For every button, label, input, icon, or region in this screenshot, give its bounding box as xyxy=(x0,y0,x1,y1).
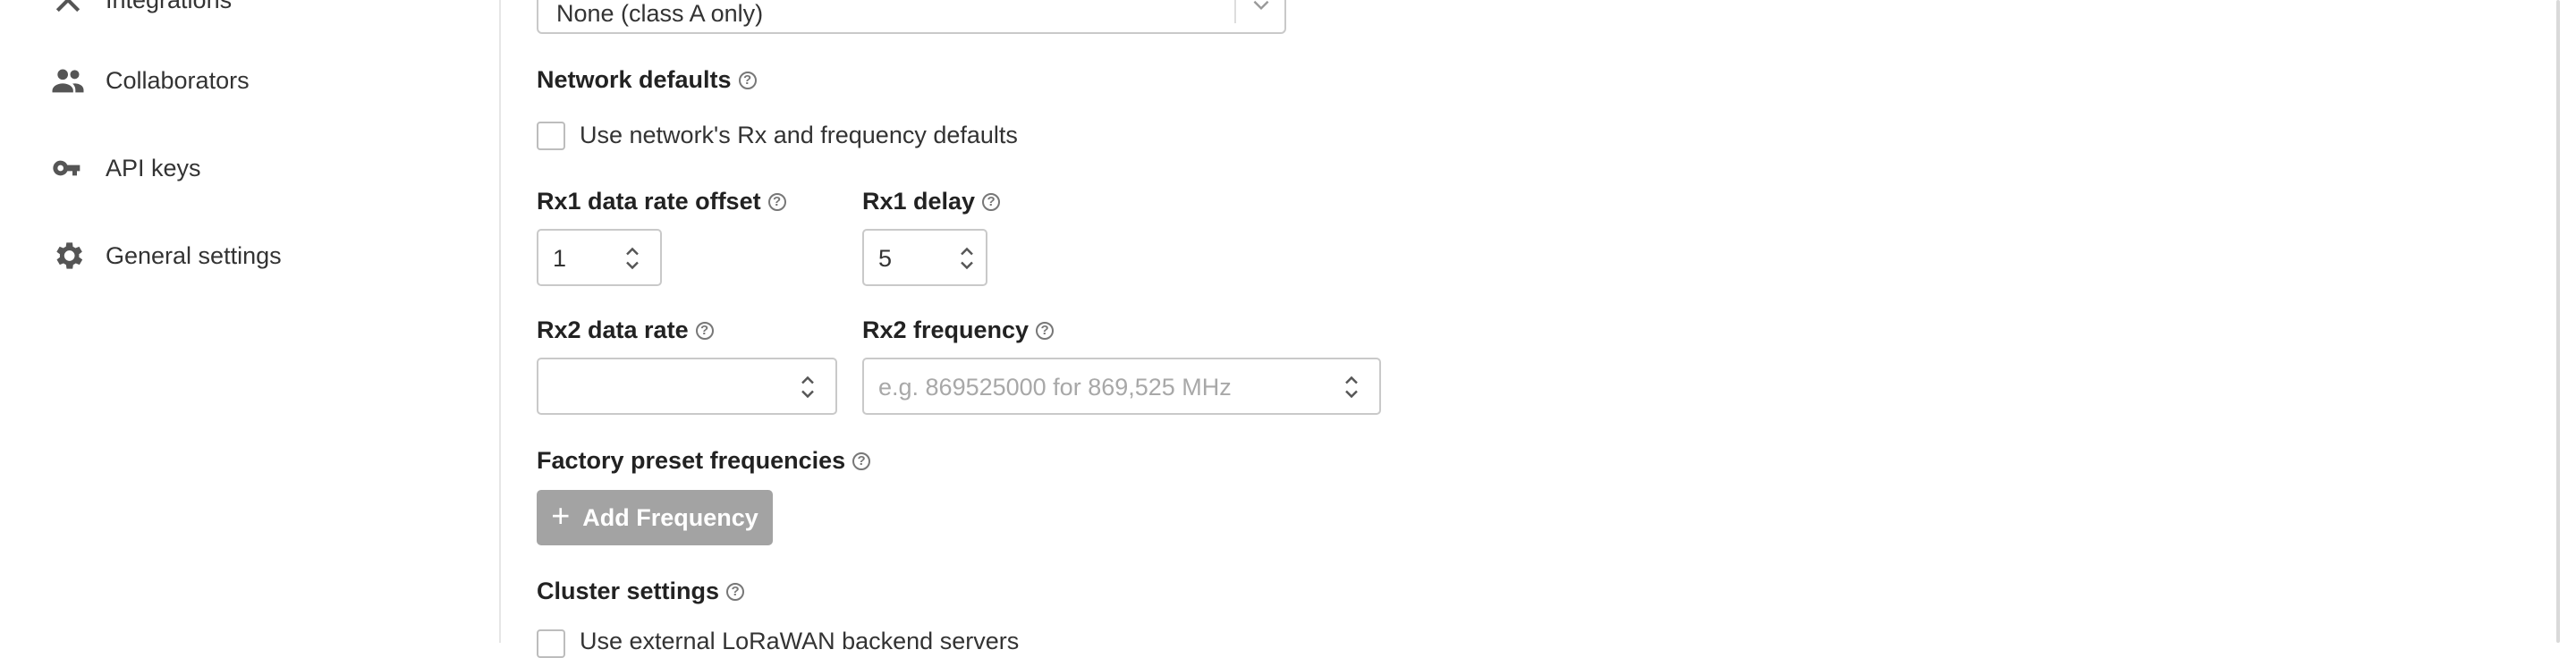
sidebar-item-general-settings[interactable]: General settings xyxy=(50,229,282,283)
rx1-offset-value: 1 xyxy=(553,245,567,272)
rx2-frequency-placeholder: e.g. 869525000 for 869,525 MHz xyxy=(878,374,1232,401)
rx2-data-rate-label: Rx2 data rate ? xyxy=(537,316,714,344)
stepper-icon[interactable] xyxy=(959,241,975,275)
rx1-delay-label-text: Rx1 delay xyxy=(862,188,976,215)
help-icon[interactable]: ? xyxy=(695,321,714,340)
help-icon[interactable]: ? xyxy=(1036,321,1055,340)
cluster-external-checkbox-label[interactable]: Use external LoRaWAN backend servers xyxy=(580,628,1019,655)
scrollbar[interactable] xyxy=(2556,0,2560,643)
stepper-icon[interactable] xyxy=(624,241,640,275)
network-defaults-checkbox[interactable] xyxy=(537,122,565,150)
rx2-frequency-label: Rx2 frequency ? xyxy=(862,316,1055,344)
network-defaults-checkbox-label[interactable]: Use network's Rx and frequency defaults xyxy=(580,122,1018,149)
sidebar-item-api-keys[interactable]: API keys xyxy=(50,141,201,195)
rx1-delay-input[interactable]: 5 xyxy=(862,229,987,286)
class-select[interactable]: None (class A only) xyxy=(537,0,1286,34)
rx1-offset-label: Rx1 data rate offset ? xyxy=(537,188,786,215)
factory-preset-label: Factory preset frequencies ? xyxy=(537,447,871,475)
gear-icon xyxy=(56,242,83,269)
sidebar-item-label: Collaborators xyxy=(106,66,250,94)
integrations-icon xyxy=(55,0,80,13)
select-divider xyxy=(1234,0,1236,23)
network-defaults-heading: Network defaults ? xyxy=(537,66,757,94)
key-icon xyxy=(53,160,80,176)
help-icon[interactable]: ? xyxy=(767,192,786,211)
cluster-external-checkbox[interactable] xyxy=(537,629,565,658)
help-icon[interactable]: ? xyxy=(982,192,1001,211)
add-frequency-button-label: Add Frequency xyxy=(582,503,758,531)
add-frequency-button[interactable]: + Add Frequency xyxy=(537,490,773,545)
class-select-value: None (class A only) xyxy=(556,0,764,27)
sidebar: Integrations ⌄ Collaborators API keys Ge… xyxy=(0,0,501,643)
rx2-data-rate-label-text: Rx2 data rate xyxy=(537,316,689,343)
sidebar-item-integrations[interactable]: Integrations ⌄ xyxy=(50,0,232,27)
help-icon[interactable]: ? xyxy=(726,582,745,601)
collaborators-icon xyxy=(52,69,84,93)
rx2-frequency-input[interactable]: e.g. 869525000 for 869,525 MHz xyxy=(862,358,1381,415)
chevron-down-icon xyxy=(1253,0,1269,11)
factory-preset-label-text: Factory preset frequencies xyxy=(537,447,846,474)
stepper-icon[interactable] xyxy=(800,370,816,404)
sidebar-item-label: API keys xyxy=(106,154,201,181)
rx1-delay-value: 5 xyxy=(878,245,893,272)
sidebar-item-collaborators[interactable]: Collaborators xyxy=(50,54,250,107)
cluster-settings-title: Cluster settings xyxy=(537,578,720,604)
sidebar-item-label: General settings xyxy=(106,241,282,269)
rx2-frequency-label-text: Rx2 frequency xyxy=(862,316,1030,343)
network-defaults-title: Network defaults xyxy=(537,66,732,93)
help-icon[interactable]: ? xyxy=(738,71,757,89)
rx1-delay-label: Rx1 delay ? xyxy=(862,188,1001,215)
rx1-offset-label-text: Rx1 data rate offset xyxy=(537,188,761,215)
rx2-data-rate-input[interactable] xyxy=(537,358,837,415)
stepper-icon[interactable] xyxy=(1343,370,1360,404)
rx1-offset-input[interactable]: 1 xyxy=(537,229,662,286)
plus-icon: + xyxy=(551,497,571,534)
cluster-settings-heading: Cluster settings ? xyxy=(537,578,745,605)
sidebar-item-label: Integrations xyxy=(106,0,232,14)
help-icon[interactable]: ? xyxy=(852,451,871,470)
